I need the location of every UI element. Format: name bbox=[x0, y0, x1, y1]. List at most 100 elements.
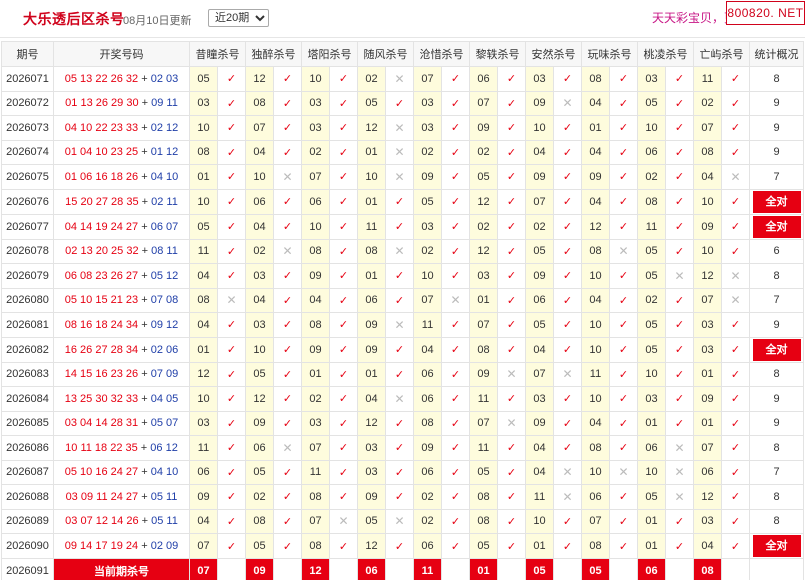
kill-number: 04 bbox=[301, 287, 330, 313]
front-numbers: 16 26 27 28 34 bbox=[64, 343, 139, 356]
kill-number: 03 bbox=[301, 115, 330, 141]
plus-sign: + bbox=[138, 72, 151, 85]
check-icon: ✓ bbox=[441, 238, 470, 264]
plus-sign: + bbox=[138, 146, 151, 159]
cross-icon: ✕ bbox=[385, 115, 414, 141]
check-icon: ✓ bbox=[217, 410, 246, 436]
draw-numbers: 04 10 22 23 33 + 02 12 bbox=[53, 115, 190, 141]
kill-number: 10 bbox=[581, 312, 610, 338]
issue-number: 2026084 bbox=[1, 386, 54, 412]
empty-cell bbox=[385, 558, 414, 580]
issue-number: 2026075 bbox=[1, 164, 54, 190]
empty-cell bbox=[749, 558, 804, 580]
kill-number: 05 bbox=[525, 312, 554, 338]
kill-number: 10 bbox=[525, 508, 554, 534]
check-icon: ✓ bbox=[273, 386, 302, 412]
check-icon: ✓ bbox=[385, 410, 414, 436]
back-numbers: 02 12 bbox=[150, 121, 179, 134]
check-icon: ✓ bbox=[385, 533, 414, 559]
check-icon: ✓ bbox=[609, 484, 638, 510]
empty-cell bbox=[665, 558, 694, 580]
check-icon: ✓ bbox=[441, 188, 470, 215]
plus-sign: + bbox=[138, 269, 151, 282]
kill-number: 05 bbox=[469, 533, 498, 559]
check-icon: ✓ bbox=[497, 66, 526, 92]
cross-icon: ✕ bbox=[665, 263, 694, 289]
cross-icon: ✕ bbox=[553, 361, 582, 387]
empty-cell bbox=[273, 558, 302, 580]
check-icon: ✓ bbox=[385, 287, 414, 313]
kill-number: 11 bbox=[469, 386, 498, 412]
kill-number: 05 bbox=[357, 508, 386, 534]
front-numbers: 01 13 26 29 30 bbox=[65, 97, 139, 110]
cross-icon: ✕ bbox=[553, 90, 582, 116]
kill-number: 04 bbox=[525, 336, 554, 363]
issue-number: 2026085 bbox=[1, 410, 54, 436]
kill-number: 02 bbox=[413, 484, 442, 510]
plus-sign: + bbox=[138, 195, 152, 208]
cross-icon: ✕ bbox=[721, 164, 750, 190]
cross-icon: ✕ bbox=[609, 238, 638, 264]
issue-number: 2026079 bbox=[1, 263, 54, 289]
kill-number: 01 bbox=[189, 336, 218, 363]
kill-number: 12 bbox=[357, 533, 386, 559]
check-icon: ✓ bbox=[609, 508, 638, 534]
table-row: 2026077 04 14 19 24 27 + 06 07 05 ✓ 04 ✓ 10 ✓ 11… bbox=[1, 213, 804, 240]
kill-number: 04 bbox=[693, 533, 722, 559]
kill-number: 04 bbox=[525, 435, 554, 461]
check-icon: ✓ bbox=[217, 139, 246, 165]
check-icon: ✓ bbox=[329, 533, 358, 559]
site-badge[interactable]: 800820. NET bbox=[726, 1, 805, 25]
check-icon: ✓ bbox=[609, 533, 638, 559]
empty-cell bbox=[721, 558, 750, 580]
kill-number: 05 bbox=[245, 361, 274, 387]
check-icon: ✓ bbox=[665, 188, 694, 215]
check-icon: ✓ bbox=[217, 115, 246, 141]
issue-number: 2026086 bbox=[1, 435, 54, 461]
kill-number: 10 bbox=[581, 386, 610, 412]
check-icon: ✓ bbox=[665, 213, 694, 240]
check-icon: ✓ bbox=[665, 386, 694, 412]
kill-number: 03 bbox=[525, 386, 554, 412]
check-icon: ✓ bbox=[273, 213, 302, 240]
check-icon: ✓ bbox=[497, 139, 526, 165]
check-icon: ✓ bbox=[441, 410, 470, 436]
stat-count: 7 bbox=[749, 287, 804, 313]
issue-number: 2026074 bbox=[1, 139, 54, 165]
check-icon: ✓ bbox=[721, 484, 750, 510]
check-icon: ✓ bbox=[385, 361, 414, 387]
kill-number: 06 bbox=[413, 533, 442, 559]
back-numbers: 05 11 bbox=[151, 515, 178, 528]
check-icon: ✓ bbox=[329, 435, 358, 461]
kill-number: 06 bbox=[413, 459, 442, 485]
check-icon: ✓ bbox=[665, 312, 694, 338]
kill-number: 02 bbox=[357, 66, 386, 92]
check-icon: ✓ bbox=[609, 164, 638, 190]
kill-number: 11 bbox=[189, 238, 218, 264]
kill-number: 07 bbox=[525, 361, 554, 387]
kill-number: 06 bbox=[469, 66, 498, 92]
issue-number: 2026090 bbox=[1, 533, 54, 559]
kill-number: 04 bbox=[245, 139, 274, 165]
check-icon: ✓ bbox=[721, 139, 750, 165]
draw-numbers: 08 16 18 24 34 + 09 12 bbox=[53, 312, 190, 338]
kill-number: 10 bbox=[189, 188, 218, 215]
check-icon: ✓ bbox=[665, 139, 694, 165]
check-icon: ✓ bbox=[273, 188, 302, 215]
kill-number: 05 bbox=[637, 312, 666, 338]
current-kill-number: 05 bbox=[525, 558, 554, 580]
kill-number: 01 bbox=[637, 410, 666, 436]
kill-number: 08 bbox=[301, 484, 330, 510]
current-issue-number: 2026091 bbox=[1, 558, 54, 580]
kill-number: 08 bbox=[581, 66, 610, 92]
kill-number: 08 bbox=[581, 435, 610, 461]
check-icon: ✓ bbox=[329, 312, 358, 338]
kill-number: 09 bbox=[413, 435, 442, 461]
check-icon: ✓ bbox=[665, 115, 694, 141]
kill-number: 07 bbox=[413, 66, 442, 92]
period-select[interactable]: 近20期 bbox=[208, 9, 269, 27]
page-title: 大乐透后区杀号 bbox=[23, 11, 125, 27]
kill-number: 04 bbox=[189, 263, 218, 289]
kill-number: 02 bbox=[637, 164, 666, 190]
check-icon: ✓ bbox=[217, 263, 246, 289]
